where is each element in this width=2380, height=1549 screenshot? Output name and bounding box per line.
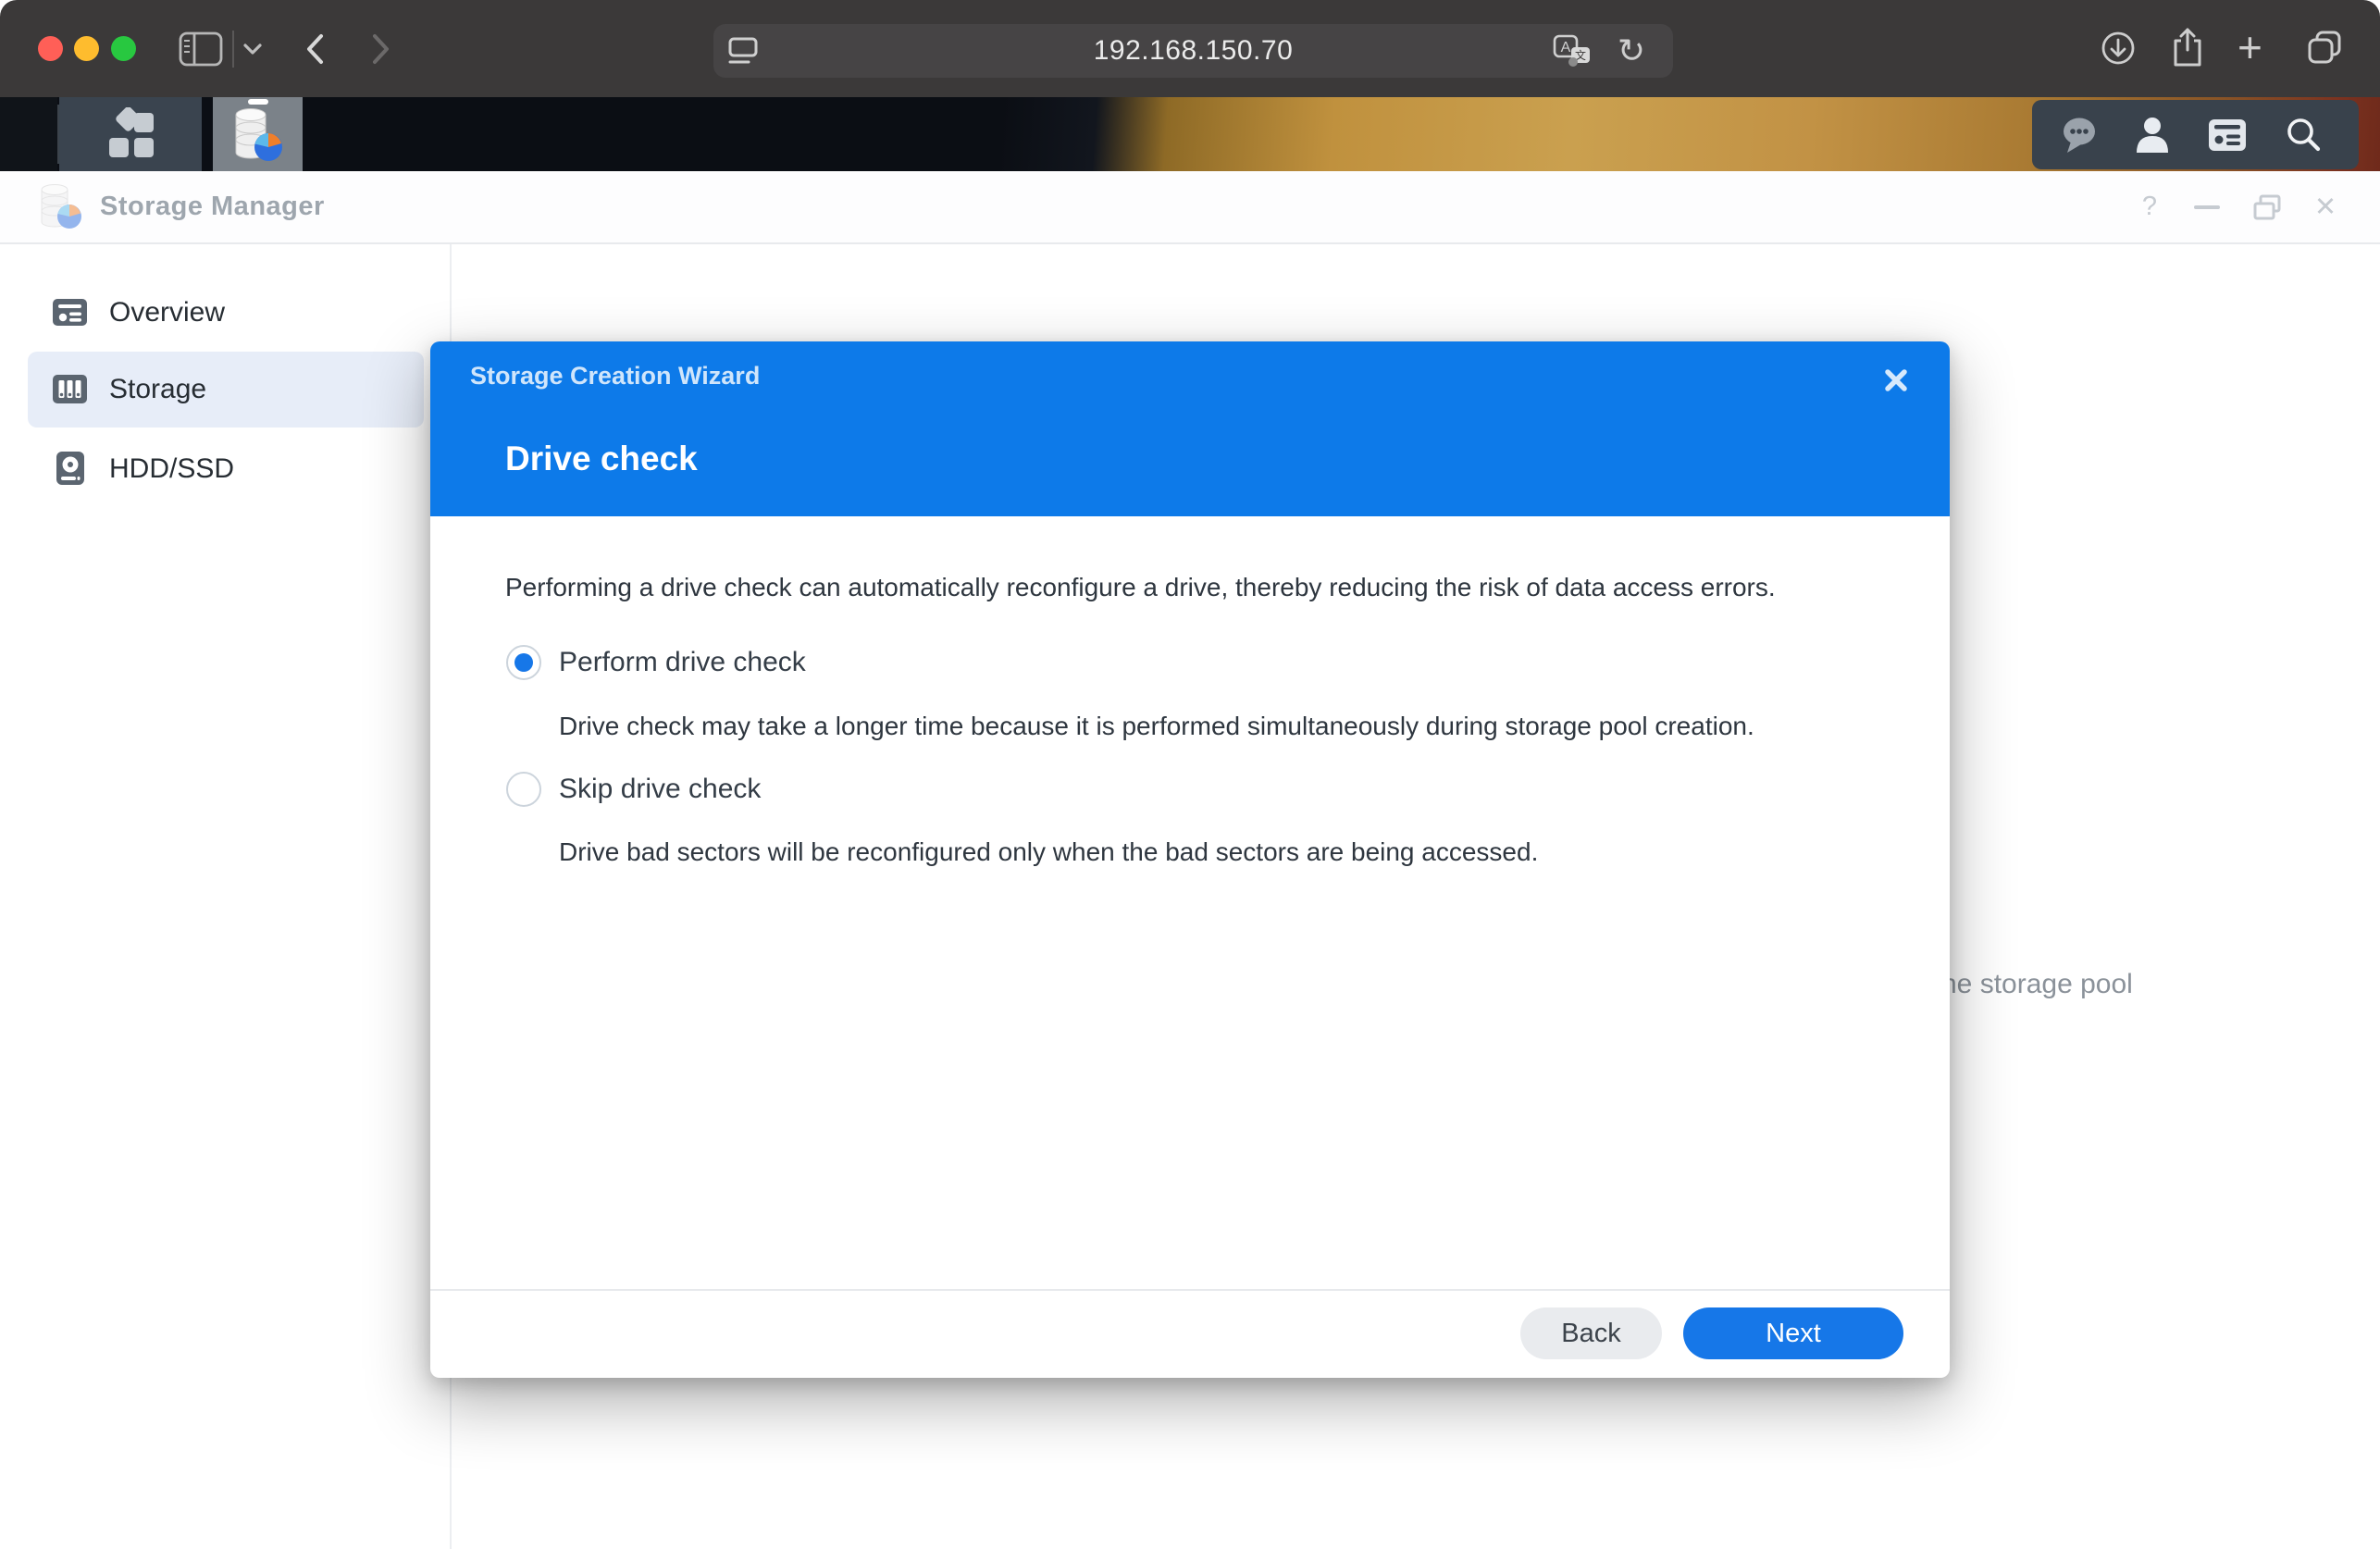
back-button[interactable]: Back — [1520, 1307, 1662, 1359]
system-tray — [2032, 100, 2359, 169]
screen: 192.168.150.70 A 文 ↻ + Storage Manager ?… — [0, 0, 2380, 1549]
share-icon[interactable] — [2169, 26, 2206, 68]
sidebar-item-hdd-ssd[interactable]: HDD/SSD — [28, 431, 424, 507]
option-label-skip[interactable]: Skip drive check — [559, 774, 761, 805]
maximize-button[interactable] — [2247, 171, 2287, 242]
overview-icon — [52, 294, 89, 331]
sidebar-toggle-icon[interactable] — [179, 31, 223, 67]
storage-manager-window: Storage Manager ? ✕ Overview Storage HDD… — [0, 171, 2380, 1549]
user-account-icon[interactable] — [2125, 100, 2180, 169]
address-bar[interactable]: 192.168.150.70 A 文 ↻ — [713, 24, 1673, 78]
taskbar-left-pad — [0, 97, 57, 171]
close-icon — [1885, 369, 1907, 391]
close-button[interactable]: ✕ — [2305, 171, 2346, 242]
chevron-down-icon[interactable] — [242, 41, 264, 57]
close-window-button[interactable] — [38, 36, 63, 61]
url-text: 192.168.150.70 — [1093, 35, 1294, 66]
minimize-window-button[interactable] — [74, 36, 99, 61]
toolbar-separator — [232, 31, 234, 68]
apps-grid-icon — [109, 107, 154, 157]
option-description-skip: Drive bad sectors will be reconfigured o… — [559, 837, 1539, 866]
window-title: Storage Manager — [100, 192, 325, 221]
storage-icon — [52, 371, 89, 408]
reload-icon[interactable]: ↻ — [1618, 31, 1645, 70]
option-label-perform[interactable]: Perform drive check — [559, 647, 806, 678]
dialog-intro-text: Performing a drive check can automatical… — [505, 573, 1776, 601]
sidebar-item-label: Storage — [109, 374, 207, 404]
back-button[interactable] — [304, 32, 326, 66]
background-message: ne storage pool — [1941, 969, 2133, 999]
sidebar-item-storage[interactable]: Storage — [28, 352, 424, 428]
storage-creation-wizard-dialog: Storage Creation Wizard Drive check Perf… — [430, 341, 1950, 1378]
dsm-taskbar — [0, 97, 2380, 171]
sidebar-item-label: Overview — [109, 297, 226, 328]
active-app-indicator — [247, 99, 268, 105]
titlebar-divider — [0, 242, 2380, 244]
widgets-icon[interactable] — [2200, 100, 2255, 169]
minimize-button[interactable] — [2187, 171, 2227, 242]
option-description-perform: Drive check may take a longer time becau… — [559, 712, 1754, 740]
storage-manager-window-icon — [39, 182, 81, 235]
hdd-ssd-icon — [52, 451, 89, 488]
dialog-close-button[interactable] — [1878, 362, 1915, 399]
taskbar-gap — [202, 97, 213, 171]
sidebar-item-overview[interactable]: Overview — [28, 275, 424, 351]
taskbar-storage-manager-button[interactable] — [213, 97, 303, 171]
tab-overview-icon[interactable] — [2304, 28, 2345, 68]
translate-icon[interactable]: A 文 — [1553, 34, 1592, 69]
dialog-header: Storage Creation Wizard Drive check — [430, 341, 1950, 516]
zoom-window-button[interactable] — [111, 36, 136, 61]
downloads-icon[interactable] — [2099, 29, 2138, 68]
dialog-footer-divider — [430, 1289, 1950, 1291]
new-tab-icon[interactable]: + — [2237, 22, 2262, 72]
main-menu-button[interactable] — [59, 97, 202, 171]
next-button[interactable]: Next — [1683, 1307, 1903, 1359]
dialog-title: Storage Creation Wizard — [470, 362, 761, 390]
search-icon[interactable] — [2275, 100, 2331, 169]
window-titlebar: Storage Manager ? ✕ — [0, 171, 2380, 242]
restore-icon — [2253, 194, 2281, 219]
browser-toolbar: 192.168.150.70 A 文 ↻ + — [0, 0, 2380, 97]
notifications-icon[interactable] — [2052, 100, 2107, 169]
radio-perform-drive-check[interactable] — [506, 645, 541, 680]
radio-skip-drive-check[interactable] — [506, 772, 541, 807]
help-button[interactable]: ? — [2129, 171, 2170, 242]
translate-a-glyph: A — [1561, 40, 1571, 56]
sidebar-item-label: HDD/SSD — [109, 453, 235, 484]
storage-manager-app-icon — [235, 108, 282, 161]
forward-button[interactable] — [369, 32, 391, 66]
minimize-icon — [2194, 204, 2220, 209]
dialog-step-title: Drive check — [505, 440, 698, 477]
